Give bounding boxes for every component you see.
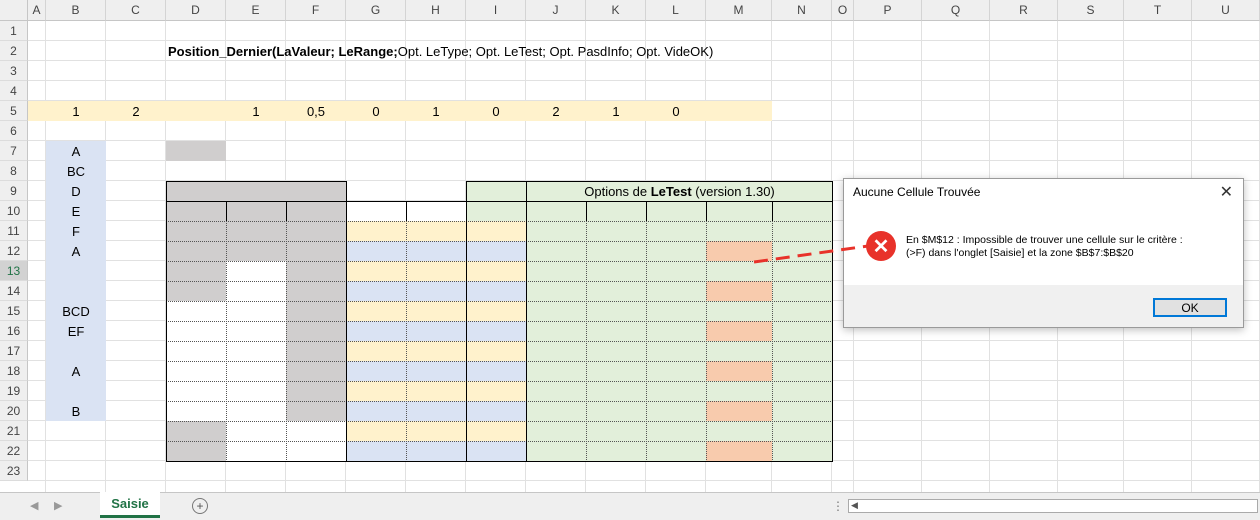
- horizontal-scrollbar[interactable]: ◀: [848, 499, 1258, 513]
- column-header-N[interactable]: N: [772, 0, 832, 21]
- column-header-T[interactable]: T: [1124, 0, 1192, 21]
- error-dialog: Aucune Cellule Trouvée ✕ ✕ En $M$12 : Im…: [843, 178, 1244, 328]
- letest-header-part-a: Options de: [584, 184, 651, 199]
- row-header-6[interactable]: 6: [0, 121, 28, 141]
- scrollbar-left-icon[interactable]: ◀: [851, 500, 858, 511]
- ok-button[interactable]: OK: [1153, 298, 1227, 317]
- column-header-F[interactable]: F: [286, 0, 346, 21]
- column-header-H[interactable]: H: [406, 0, 466, 21]
- sheet-tab-bar: ◀ ▶ Saisie + ⋮ ◀: [0, 492, 1260, 520]
- row5-value-B: 1: [72, 103, 80, 119]
- column-header-L[interactable]: L: [646, 0, 706, 21]
- row-header-1[interactable]: 1: [0, 21, 28, 41]
- error-icon: ✕: [866, 231, 896, 261]
- input-value: BC: [66, 163, 86, 179]
- add-sheet-icon[interactable]: +: [192, 498, 208, 514]
- title-function-args: Opt. LeType; Opt. LeTest; Opt. PasdInfo;…: [397, 43, 714, 59]
- dialog-footer: OK: [844, 285, 1243, 327]
- select-all-corner[interactable]: [0, 0, 28, 21]
- row-header-10[interactable]: 10: [0, 201, 28, 221]
- row5-value-J: 2: [552, 103, 560, 119]
- dialog-message: En $M$12 : Impossible de trouver une cel…: [906, 234, 1183, 260]
- row-header-3[interactable]: 3: [0, 61, 28, 81]
- column-header-G[interactable]: G: [346, 0, 406, 21]
- letest-header-part-b: LeTest: [650, 184, 692, 199]
- column-header-Q[interactable]: Q: [922, 0, 990, 21]
- source-block-border: [346, 201, 467, 462]
- column-header-K[interactable]: K: [586, 0, 646, 21]
- column-header-M[interactable]: M: [706, 0, 772, 21]
- column-header-U[interactable]: U: [1192, 0, 1260, 21]
- close-icon[interactable]: ✕: [1220, 182, 1233, 202]
- input-value: A: [71, 143, 81, 159]
- title-function: Position_Dernier(LaValeur; LeRange; Opt.…: [168, 41, 713, 61]
- row5-value-K: 1: [612, 103, 620, 119]
- row-header-5[interactable]: 5: [0, 101, 28, 121]
- column-header-R[interactable]: R: [990, 0, 1058, 21]
- row-header-17[interactable]: 17: [0, 341, 28, 361]
- row5-value-L: 0: [672, 103, 680, 119]
- row-header-11[interactable]: 11: [0, 221, 28, 241]
- input-value: D: [71, 183, 81, 199]
- row-header-2[interactable]: 2: [0, 41, 28, 61]
- dialog-message-line2: (>F) dans l'onglet [Saisie] et la zone $…: [906, 247, 1134, 259]
- column-header-I[interactable]: I: [466, 0, 526, 21]
- tab-splitter-icon[interactable]: ⋮: [832, 499, 844, 513]
- row5-value-E: 1: [252, 103, 260, 119]
- row5-value-C: 2: [132, 103, 140, 119]
- column-header-O[interactable]: O: [832, 0, 854, 21]
- scroll-right-icon[interactable]: ▶: [54, 499, 62, 512]
- input-value: F: [72, 223, 80, 239]
- row-header-13[interactable]: 13: [0, 261, 28, 281]
- column-header-A[interactable]: A: [28, 0, 46, 21]
- row5-value-G: 0: [372, 103, 380, 119]
- dialog-message-line1: En $M$12 : Impossible de trouver une cel…: [906, 234, 1183, 246]
- column-header-C[interactable]: C: [106, 0, 166, 21]
- title-function-name: Position_Dernier(LaValeur; LeRange;: [168, 43, 398, 59]
- column-header-J[interactable]: J: [526, 0, 586, 21]
- input-value: E: [71, 203, 81, 219]
- dialog-title: Aucune Cellule Trouvée: [853, 185, 981, 199]
- default-legend-swatch: [166, 141, 226, 161]
- row-header-23[interactable]: 23: [0, 461, 28, 481]
- sheet-tab-saisie[interactable]: Saisie: [100, 492, 160, 518]
- gridline-h: [28, 80, 1260, 81]
- letest-header-part-c: (version 1.30): [691, 184, 775, 199]
- row-header-19[interactable]: 19: [0, 381, 28, 401]
- options-header: [166, 181, 347, 202]
- input-value: B: [71, 403, 81, 419]
- row-header-16[interactable]: 16: [0, 321, 28, 341]
- row-header-9[interactable]: 9: [0, 181, 28, 201]
- options-block-border: [166, 201, 347, 462]
- row-header-14[interactable]: 14: [0, 281, 28, 301]
- equals-header: [466, 181, 527, 202]
- scroll-left-icon[interactable]: ◀: [30, 499, 38, 512]
- column-header-P[interactable]: P: [854, 0, 922, 21]
- column-header-E[interactable]: E: [226, 0, 286, 21]
- row-header-21[interactable]: 21: [0, 421, 28, 441]
- letest-header: Options de LeTest (version 1.30): [526, 181, 833, 202]
- input-value: A: [71, 363, 81, 379]
- row5-value-I: 0: [492, 103, 500, 119]
- row5-value-F: 0,5: [306, 103, 326, 119]
- input-value: EF: [67, 323, 85, 339]
- trace-arrow: [753, 244, 869, 264]
- input-value: A: [71, 243, 81, 259]
- input-value: BCD: [62, 303, 90, 319]
- column-header-B[interactable]: B: [46, 0, 106, 21]
- column-header-D[interactable]: D: [166, 0, 226, 21]
- column-header-S[interactable]: S: [1058, 0, 1124, 21]
- row-header-7[interactable]: 7: [0, 141, 28, 161]
- result-block-border: [466, 201, 527, 462]
- row-header-20[interactable]: 20: [0, 401, 28, 421]
- row5-value-H: 1: [432, 103, 440, 119]
- row-header-15[interactable]: 15: [0, 301, 28, 321]
- row-header-18[interactable]: 18: [0, 361, 28, 381]
- gridline-h: [28, 480, 1260, 481]
- row-header-22[interactable]: 22: [0, 441, 28, 461]
- row-header-8[interactable]: 8: [0, 161, 28, 181]
- sheet-tab-label: Saisie: [111, 496, 149, 511]
- row-header-12[interactable]: 12: [0, 241, 28, 261]
- row-header-4[interactable]: 4: [0, 81, 28, 101]
